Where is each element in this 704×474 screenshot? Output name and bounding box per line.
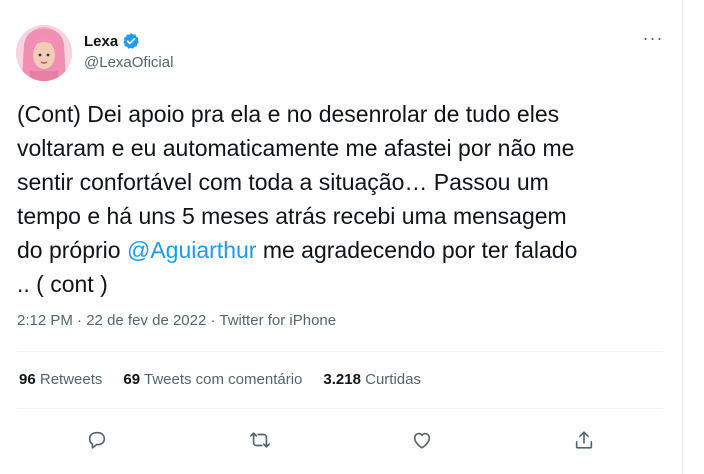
avatar[interactable] [16,25,72,81]
verified-badge-icon [123,33,140,49]
avatar-image [16,25,72,81]
author-name-row[interactable]: Lexa [84,32,140,50]
comments-label: Tweets com comentário [143,371,303,388]
tweet-text: (Cont) Dei apoio pra ela e no desenrolar… [17,97,667,301]
tweet-meta: 2:12 PM · 22 de fev de 2022 · Twitter fo… [17,312,336,329]
likes-label: Curtidas [365,371,421,388]
author-display-name[interactable]: Lexa [84,33,118,50]
comments-stat[interactable]: 69 Tweets com comentário [123,371,302,388]
tweet-source[interactable]: Twitter for iPhone [219,312,336,329]
retweets-label: Retweets [39,371,103,388]
tweet-time[interactable]: 2:12 PM [17,312,73,329]
share-icon [575,431,593,449]
meta-separator: · [72,312,87,329]
tweet-stats: 96 Retweets 69 Tweets com comentário 3.2… [19,371,421,388]
like-button[interactable] [402,420,442,460]
tweet-date[interactable]: 22 de fev de 2022 [86,312,206,329]
likes-stat[interactable]: 3.218 Curtidas [323,371,421,388]
reply-icon [88,431,106,449]
retweet-icon [250,432,270,448]
retweets-count: 96 [19,371,36,388]
heart-icon [413,432,431,449]
likes-count: 3.218 [323,371,361,388]
tweet-card: Lexa @LexaOficial ··· (Cont) Dei apoio p… [0,0,683,474]
author-handle[interactable]: @LexaOficial [84,54,173,71]
action-bar [0,420,683,460]
retweets-stat[interactable]: 96 Retweets [19,371,102,388]
divider [17,408,663,409]
meta-separator: · [206,312,220,329]
reply-button[interactable] [77,420,117,460]
comments-count: 69 [123,371,141,388]
more-icon[interactable]: ··· [641,26,665,50]
mention-link[interactable]: @Aguiarthur [127,237,256,263]
retweet-button[interactable] [240,420,280,460]
share-button[interactable] [564,420,604,460]
divider [17,351,663,352]
